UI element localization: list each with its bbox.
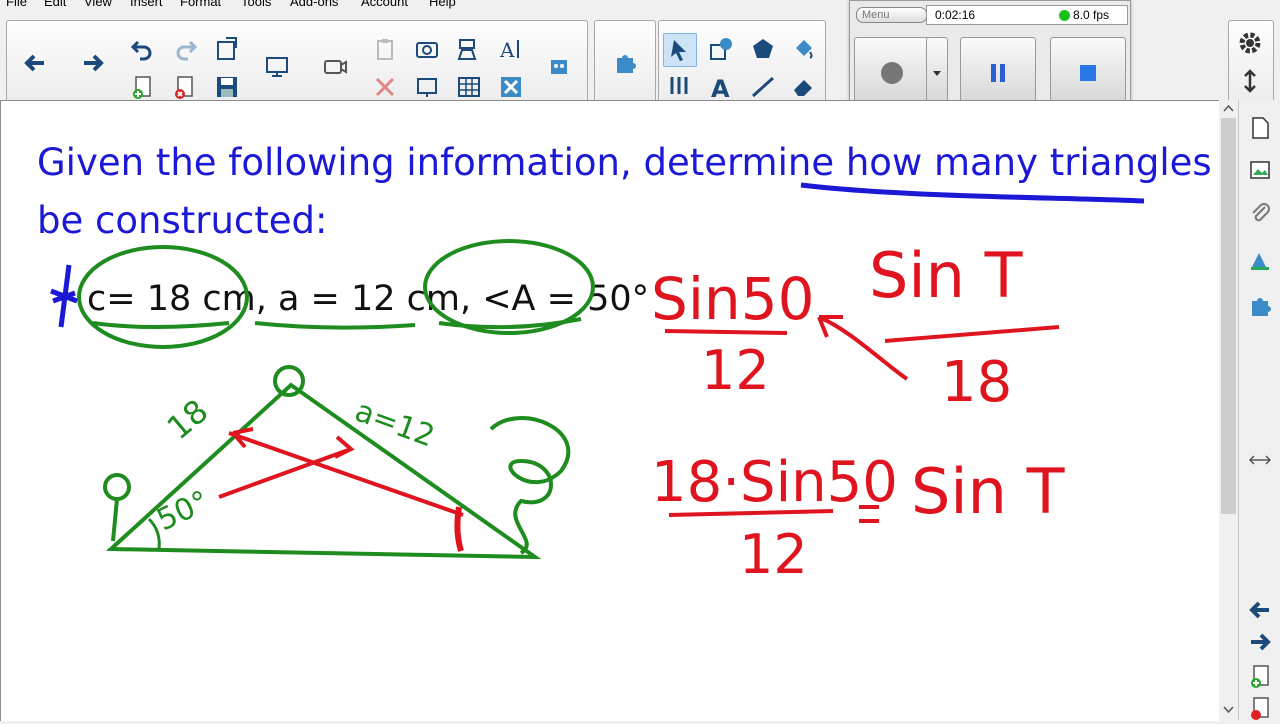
gear-icon[interactable] [1234,27,1266,59]
status-indicator [1059,10,1070,21]
recorder-menu-dropdown[interactable]: Menu [856,7,927,23]
underline-a [254,321,416,330]
screen-shade-icon[interactable] [261,51,293,83]
handwriting-ink-layer: 50° 18 a=12 Sin50 12 Sin T 18 18·Sin50 1… [50,182,1145,586]
gallery-icon[interactable] [1244,154,1276,186]
underline-c [92,321,230,329]
forward-arrow-icon[interactable] [77,47,109,79]
menu-file[interactable]: File [6,0,27,9]
angle-label-50: 50° [152,484,215,538]
vertical-scrollbar[interactable] [1219,100,1238,720]
menu-insert[interactable]: Insert [130,0,163,9]
eq1-fraction-bar-right [884,325,1060,343]
shapes-icon[interactable] [747,33,779,65]
angle-arc [147,517,161,550]
record-button[interactable] [854,37,930,109]
svg-text:A: A [499,38,515,62]
circle-angle [423,239,595,335]
eq1-numerator-right: Sin T [869,239,1024,312]
side-tab-bar [1238,100,1280,720]
recorder-status-bar: 0:02:16 8.0 fps [926,5,1128,25]
add-page-icon[interactable] [127,71,159,103]
text-icon[interactable]: A [705,71,737,103]
scroll-up-icon[interactable] [1223,104,1234,112]
addons-icon[interactable] [543,51,575,83]
eq1-fraction-bar-left [664,329,788,335]
frame-rate: 8.0 fps [1073,8,1110,22]
text-icon[interactable]: A [495,33,527,65]
delete-icon[interactable] [369,71,401,103]
red-angle-mark [454,506,464,552]
chevron-down-icon [933,71,941,76]
clear-icon[interactable] [495,71,527,103]
add-page-icon[interactable] [1244,660,1276,692]
table-icon[interactable] [453,71,485,103]
camera-icon[interactable] [411,33,443,65]
menu-account[interactable]: Account [361,0,408,9]
menu-format[interactable]: Format [180,0,221,9]
line-icon[interactable] [747,71,779,103]
recorder-window: Menu 0:02:16 8.0 fps [849,0,1131,116]
paste-icon[interactable] [211,33,243,65]
addons-icon[interactable] [1244,290,1276,322]
eq1-numerator-left: Sin50 [651,265,815,333]
menu-addons[interactable]: Add-ons [290,0,338,9]
eq2-denominator: 12 [739,523,808,586]
side-label-a12: a=12 [350,394,439,455]
page-sorter-icon[interactable] [1244,112,1276,144]
pause-button[interactable] [960,37,1036,109]
pens-icon[interactable] [663,71,695,103]
screen-capture-icon[interactable] [411,71,443,103]
menu-view[interactable]: View [84,0,112,9]
scrollbar-thumb[interactable] [1221,118,1236,514]
eq2-result: Sin T [911,455,1066,528]
stop-icon [1080,65,1096,81]
clipboard-icon[interactable] [369,33,401,65]
screen-capture-icon[interactable] [453,33,485,65]
underline-stroke [800,182,1145,204]
undo-icon[interactable] [127,33,159,65]
fill-icon[interactable] [787,33,819,65]
eq1-red-arrow [817,315,909,381]
save-icon[interactable] [211,71,243,103]
toolbar-group-main: A [6,20,588,106]
elapsed-time: 0:02:16 [935,8,976,22]
back-arrow-icon[interactable] [1244,594,1276,626]
circle-c [77,245,249,349]
stop-button[interactable] [1050,37,1126,109]
vertex-label-top [273,365,305,397]
attachments-icon[interactable] [1244,198,1276,230]
select-icon[interactable] [663,33,697,67]
menu-help[interactable]: Help [429,0,456,9]
forward-arrow-icon[interactable] [1244,626,1276,658]
star-mark [50,264,78,328]
scroll-down-icon[interactable] [1223,706,1234,714]
pause-icon [991,64,1005,82]
toolbar-group-addons [594,20,656,106]
move-toolbar-icon[interactable] [1234,65,1266,97]
toolbar-group-tools: A [658,20,826,106]
record-options-button[interactable] [926,37,948,109]
record-icon [881,62,903,84]
eraser-icon[interactable] [787,71,819,103]
puzzle-icon[interactable] [609,47,641,79]
shapes-icon[interactable] [705,33,737,65]
whiteboard-canvas[interactable]: Given the following information, determi… [0,100,1280,721]
eq1-denominator-right: 18 [941,350,1012,415]
delete-page-icon[interactable] [1244,692,1276,724]
toolbar-group-settings [1228,20,1274,106]
svg-text:A: A [711,75,730,100]
menu-edit[interactable]: Edit [44,0,66,9]
camera-icon[interactable] [319,51,351,83]
expand-sidebar-icon[interactable] [1244,444,1276,476]
back-arrow-icon[interactable] [19,47,51,79]
side-label-18: 18 [160,392,216,447]
properties-icon[interactable] [1244,244,1276,276]
eq1-denominator-left: 12 [701,339,770,402]
delete-page-icon[interactable] [169,71,201,103]
menu-tools[interactable]: Tools [241,0,271,9]
menu-bar: File Edit View Insert Format Tools Add-o… [0,0,860,10]
redo-icon[interactable] [169,33,201,65]
vertex-label-a [103,473,132,542]
